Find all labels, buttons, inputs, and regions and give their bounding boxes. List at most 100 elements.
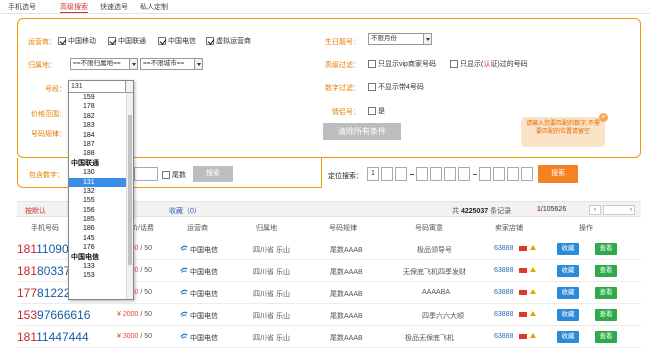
segment-options: 159 178 182 183 184 187 188 中国联通 130 131 132 155 156… (69, 93, 126, 281)
total-records: 共 4225037 条记录 (452, 208, 512, 215)
next-page-button[interactable]: › (603, 205, 635, 215)
checkbox-icon[interactable] (58, 37, 66, 46)
segment-option[interactable]: 132 (69, 187, 126, 196)
checkbox-icon[interactable] (162, 171, 170, 180)
favorite-button[interactable]: 收藏 (557, 331, 579, 343)
segment-option[interactable]: 130 (69, 168, 126, 177)
checkbox-icon[interactable] (368, 107, 376, 116)
view-button[interactable]: 查看 (595, 309, 617, 321)
tab-advanced-search[interactable]: 高级搜索 (60, 2, 88, 13)
position-digit-10[interactable] (507, 167, 519, 181)
scrollbar-thumb[interactable] (128, 115, 132, 265)
position-digit-6[interactable] (444, 167, 456, 181)
carrier: 中国电信 (190, 247, 218, 254)
segment-option[interactable]: 182 (69, 112, 126, 121)
view-button[interactable]: 查看 (595, 287, 617, 299)
contains-search-button[interactable]: 搜索 (193, 166, 233, 182)
number-meaning: AAAABA (422, 289, 451, 296)
segment-option[interactable]: 176 (69, 243, 126, 252)
birthday-select[interactable]: 不限月份 (368, 33, 432, 45)
tab-quick-select[interactable]: 快速选号 (100, 2, 128, 12)
favorites-link[interactable]: 收藏（0） (169, 206, 201, 216)
number-rule: 尾数AAAB (330, 269, 363, 276)
sort-default[interactable]: 按默认 (25, 206, 46, 216)
carrier: 中国电信 (190, 335, 218, 342)
position-digit-1[interactable]: 1 (367, 167, 379, 181)
province-select[interactable]: ==不限归属地== (70, 58, 138, 70)
tail-option[interactable]: 尾数 (162, 170, 186, 180)
segment-option[interactable]: 153 (69, 271, 126, 280)
segment-option[interactable]: 155 (69, 196, 126, 205)
checkbox-icon[interactable] (158, 37, 166, 46)
position-digit-7[interactable] (458, 167, 470, 181)
arrow-up-icon (530, 245, 536, 250)
arrow-up-icon (530, 333, 536, 338)
segment-option[interactable]: 184 (69, 131, 126, 140)
view-button[interactable]: 查看 (595, 331, 617, 343)
region: 四川省 乐山 (253, 335, 290, 342)
shop-link[interactable]: 63888 (494, 333, 513, 340)
shop-link[interactable]: 63888 (494, 289, 513, 296)
phone-number[interactable]: 18111447444 (17, 330, 89, 344)
telecom-logo-icon (180, 267, 188, 273)
carrier-option-mobile[interactable]: 中国移动 (58, 36, 96, 46)
lovers-option[interactable]: 是 (368, 106, 385, 116)
phone-number[interactable]: 15397666616 (17, 308, 90, 322)
segment-option[interactable]: 188 (69, 149, 126, 158)
segment-select[interactable]: 131 (69, 81, 133, 93)
filter-certified[interactable]: 只显示(认证)过的号码 (450, 59, 528, 69)
position-digit-9[interactable] (493, 167, 505, 181)
position-digit-3[interactable] (395, 167, 407, 181)
segment-option[interactable]: 178 (69, 102, 126, 111)
birthday-label: 生日靓号： (325, 39, 360, 46)
position-digit-8[interactable] (479, 167, 491, 181)
segment-option[interactable]: 187 (69, 140, 126, 149)
carrier-option-unicom[interactable]: 中国联通 (108, 36, 146, 46)
segment-option[interactable]: 159 (69, 93, 126, 102)
favorite-button[interactable]: 收藏 (557, 287, 579, 299)
position-digit-5[interactable] (430, 167, 442, 181)
arrow-up-icon (530, 311, 536, 316)
view-button[interactable]: 查看 (595, 243, 617, 255)
close-icon[interactable]: × (599, 113, 608, 122)
segment-option[interactable]: 185 (69, 215, 126, 224)
rule-label: 号码规律： (31, 131, 66, 138)
number-meaning: 极品领导号 (417, 247, 452, 254)
favorite-button[interactable]: 收藏 (557, 309, 579, 321)
shop-link[interactable]: 63888 (494, 267, 513, 274)
favorite-button[interactable]: 收藏 (557, 243, 579, 255)
tab-private-custom[interactable]: 私人定制 (140, 2, 168, 12)
position-digit-2[interactable] (381, 167, 393, 181)
phone-number[interactable]: 18111090 (17, 242, 69, 256)
segment-label: 号段： (45, 86, 66, 93)
segment-select-dropdown[interactable]: 131 159 178 182 183 184 187 188 中国联通 130 131 132 15… (68, 80, 134, 300)
checkbox-icon[interactable] (368, 83, 376, 92)
segment-option[interactable]: 131 (69, 177, 126, 187)
checkbox-icon[interactable] (206, 37, 214, 46)
favorite-button[interactable]: 收藏 (557, 265, 579, 277)
checkbox-icon[interactable] (368, 60, 376, 69)
segment-option[interactable]: 183 (69, 121, 126, 130)
carrier-option-virtual[interactable]: 虚拟运营商 (206, 36, 251, 46)
shop-link[interactable]: 63888 (494, 311, 513, 318)
carrier-option-telecom[interactable]: 中国电信 (158, 36, 196, 46)
shop-link[interactable]: 63888 (494, 245, 513, 252)
view-button[interactable]: 查看 (595, 265, 617, 277)
checkbox-icon[interactable] (450, 60, 458, 69)
segment-option[interactable]: 156 (69, 206, 126, 215)
clear-all-button[interactable]: 清除所有条件 (323, 123, 401, 140)
filter-no-four[interactable]: 不显示带4号码 (368, 82, 424, 92)
segment-option[interactable]: 145 (69, 234, 126, 243)
tab-phone-select[interactable]: 手机选号 (8, 2, 36, 12)
prev-page-button[interactable]: ‹ (589, 205, 601, 215)
position-digit-11[interactable] (521, 167, 533, 181)
checkbox-icon[interactable] (108, 37, 116, 46)
position-search-button[interactable]: 搜索 (538, 165, 578, 183)
dropdown-scrollbar[interactable] (126, 93, 133, 299)
segment-option[interactable]: 133 (69, 262, 126, 271)
filter-vip[interactable]: 只显示vip商家号码 (368, 59, 436, 69)
contains-input[interactable] (134, 167, 158, 181)
segment-option[interactable]: 186 (69, 224, 126, 233)
position-digit-4[interactable] (416, 167, 428, 181)
city-select[interactable]: ==不限城市== (140, 58, 203, 70)
